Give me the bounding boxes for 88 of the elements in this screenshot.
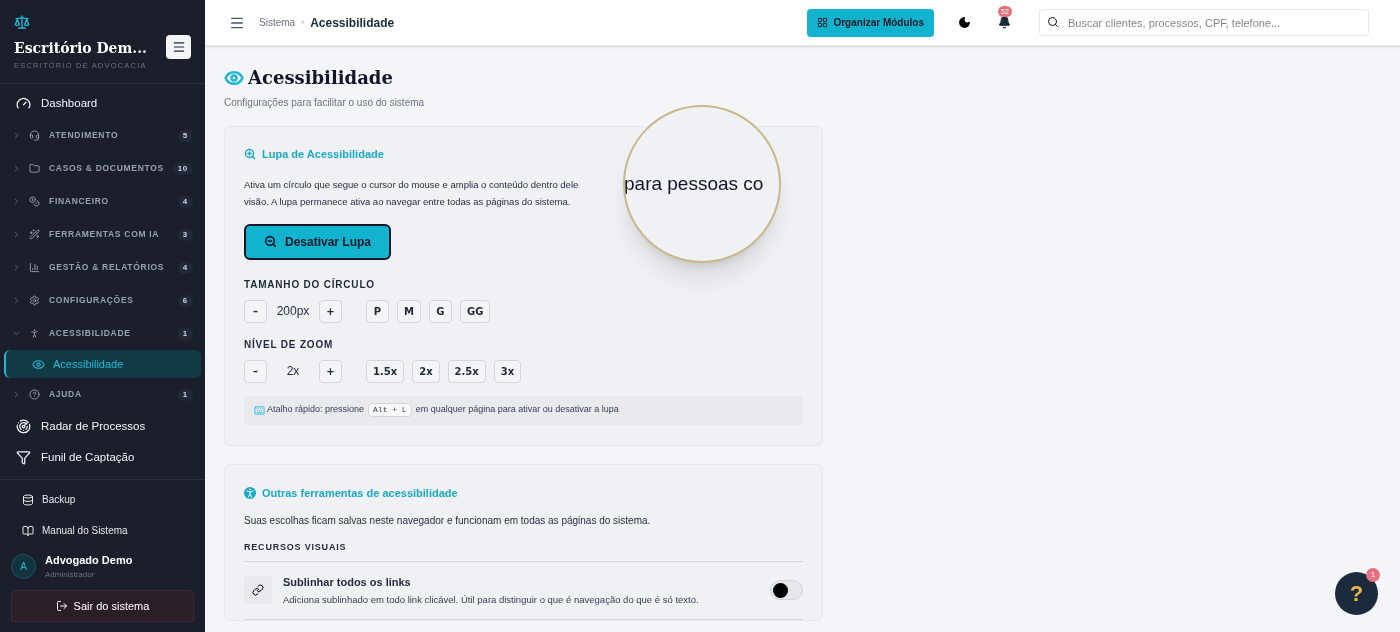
- accessibility-icon: [29, 328, 40, 340]
- magnifier-lens: para pessoas co: [623, 105, 781, 263]
- bell-icon[interactable]: [998, 16, 1011, 29]
- section-label: NÍVEL DE ZOOM: [244, 337, 335, 352]
- page-title: Acessibilidade: [248, 66, 393, 90]
- help-badge: 1: [1366, 568, 1380, 582]
- section-label: RECURSOS VISUAIS: [244, 541, 803, 562]
- menu-icon: [171, 40, 186, 55]
- shortcut-hint: Atalho rápido: pressione Alt + L em qualquer página para ativar ou desativar a lupa: [244, 395, 803, 425]
- preset-button[interactable]: G: [428, 299, 452, 323]
- decrease-button[interactable]: –: [244, 359, 267, 383]
- preset-button[interactable]: 2.5x: [447, 359, 486, 383]
- chevron-right-icon: [12, 296, 21, 306]
- nav-group[interactable]: GESTÃO & RELATÓRIOS 4: [0, 251, 205, 285]
- option-title: Sublinhar todos os links: [283, 574, 412, 590]
- chevron-right-icon: [12, 230, 21, 240]
- chevron-right-icon: [12, 390, 21, 400]
- description-line: Ativa um círculo que segue o cursor do mouse e amplia o conteúdo dentro dele: [244, 177, 579, 192]
- option-description: Adiciona sublinhado em todo link clicável. Útil para distinguir o que é navegação do que é só texto.: [283, 593, 700, 607]
- preset-button[interactable]: M: [397, 299, 421, 323]
- nav-group[interactable]: FERRAMENTAS COM IA 3: [0, 218, 205, 252]
- accessibility-icon: [244, 486, 256, 499]
- scales-icon: [14, 14, 30, 30]
- user-avatar: A: [11, 553, 36, 579]
- card-description: Suas escolhas ficam salvas neste navegador e funcionam em todas as páginas do sistema.: [244, 514, 652, 528]
- nav-group[interactable]: FINANCEIRO 4: [0, 185, 205, 219]
- settings-icon: [29, 295, 40, 307]
- section-label: TAMANHO DO CÍRCULO: [244, 277, 376, 292]
- decrease-button[interactable]: –: [244, 299, 267, 323]
- menu-button[interactable]: [166, 35, 191, 60]
- nav-group[interactable]: CASOS & DOCUMENTOS 10: [0, 152, 205, 186]
- filter-icon: [16, 450, 31, 466]
- value-readout: 2x: [285, 363, 301, 380]
- preset-button[interactable]: GG: [459, 299, 491, 323]
- footer-link[interactable]: Manual do Sistema: [0, 515, 205, 547]
- chevron-right-icon: [12, 197, 21, 207]
- search-field[interactable]: Buscar clientes, processos, CPF, telefone...: [1039, 9, 1369, 36]
- nav-link[interactable]: Funil de Captação: [0, 442, 205, 474]
- increase-button[interactable]: +: [319, 299, 342, 323]
- page-subtitle: Configurações para facilitar o uso do sistema: [224, 96, 426, 110]
- database-icon: [22, 493, 34, 506]
- book-icon: [22, 524, 34, 537]
- chevron-right-icon: [12, 131, 21, 141]
- nav-group[interactable]: ACESSIBILIDADE 1: [0, 317, 205, 351]
- chevron-right-icon: [12, 164, 21, 174]
- user-role: Administrador: [45, 568, 96, 581]
- nav-subitem[interactable]: Acessibilidade: [4, 350, 201, 379]
- radar-icon: [16, 419, 31, 435]
- footer-link[interactable]: Backup: [0, 484, 205, 516]
- preset-button[interactable]: 1.5x: [366, 359, 405, 383]
- moon-icon[interactable]: [958, 16, 971, 29]
- zoom-out-icon: [264, 235, 277, 248]
- folder-icon: [29, 163, 40, 175]
- description-line: visão. A lupa permanece ativa ao navegar entre todas as páginas do sistema.: [244, 194, 571, 209]
- coins-icon: [29, 196, 40, 208]
- value-readout: 200px: [275, 303, 311, 320]
- zoom-in-icon: [244, 148, 256, 161]
- logout-button[interactable]: Sair do sistema: [11, 590, 194, 623]
- link-icon: [244, 576, 272, 605]
- nav-link[interactable]: Radar de Processos: [0, 411, 205, 443]
- grid-icon: [817, 17, 829, 28]
- brand-name: Escritório Dem...: [14, 39, 147, 58]
- preset-button[interactable]: P: [366, 299, 389, 323]
- breadcrumb-link[interactable]: Sistema: [259, 15, 296, 30]
- breadcrumb-current: Acessibilidade: [310, 14, 395, 32]
- nav-group[interactable]: ATENDIMENTO 5: [0, 119, 205, 153]
- toggle-switch[interactable]: [770, 580, 803, 601]
- eye-icon: [32, 357, 45, 371]
- increase-button[interactable]: +: [319, 359, 342, 383]
- user-name: Advogado Demo: [45, 553, 133, 568]
- nav-group[interactable]: AJUDA 1: [0, 378, 205, 412]
- nav-link[interactable]: Dashboard: [0, 88, 205, 120]
- preset-button[interactable]: 2x: [412, 359, 440, 383]
- nav-group[interactable]: CONFIGURAÇÕES 6: [0, 284, 205, 318]
- headset-icon: [29, 130, 40, 142]
- card-title: Outras ferramentas de acessibilidade: [262, 485, 458, 501]
- preset-button[interactable]: 3x: [493, 359, 522, 383]
- search-icon: [1047, 16, 1059, 28]
- card-title: Lupa de Acessibilidade: [262, 147, 384, 162]
- chevron-right-icon: [12, 263, 21, 273]
- help-icon: [29, 389, 40, 401]
- bar-chart-icon: [29, 262, 40, 274]
- keyboard-icon: [254, 404, 265, 416]
- logout-icon: [55, 600, 68, 613]
- disable-magnifier-button[interactable]: Desativar Lupa: [244, 223, 392, 260]
- magic-wand-icon: [29, 229, 40, 241]
- organize-modules-button[interactable]: Organizar Módulos: [807, 8, 934, 37]
- breadcrumb-separator: ›: [301, 15, 305, 29]
